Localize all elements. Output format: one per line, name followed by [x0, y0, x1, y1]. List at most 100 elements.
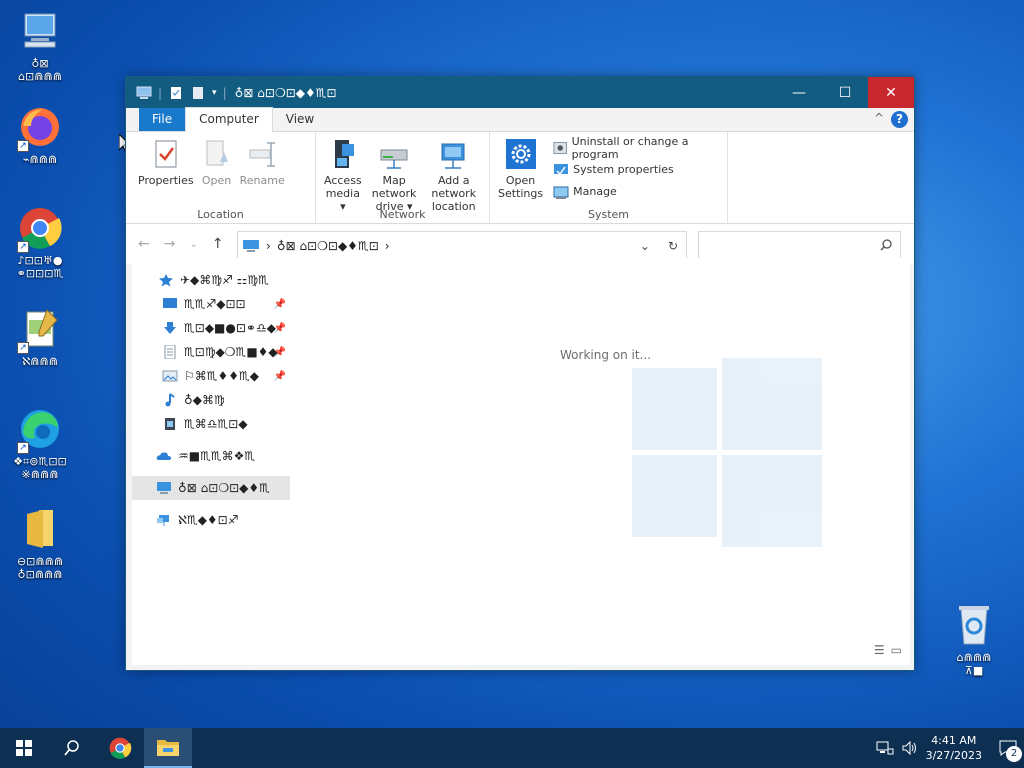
volume-icon[interactable]: [902, 740, 918, 756]
large-icons-view-icon[interactable]: ▭: [891, 643, 902, 657]
ribbon-group-location: Properties Open Rename Location: [126, 132, 316, 223]
desktop-icon-chrome[interactable]: ↗ ♪⊡⊡♅● ⚭⊡⊡⊡♏: [2, 205, 78, 280]
up-arrow-icon[interactable]: ↑: [212, 236, 224, 252]
details-view-icon[interactable]: ☰: [874, 643, 885, 657]
title-bar[interactable]: | ▾ | ♁⊠ ⌂⊡❍⊡◆♦♏⊡ — ☐ ✕: [126, 77, 914, 108]
refresh-icon[interactable]: ↻: [668, 239, 678, 253]
document-icon: [164, 345, 176, 359]
nav-item-label: ♁⊠ ⌂⊡❍⊡◆♦♏: [178, 481, 270, 495]
network-status-icon[interactable]: [876, 740, 894, 756]
properties-icon: [155, 140, 177, 168]
search-button[interactable]: [48, 728, 96, 768]
properties-label: Properties: [138, 174, 194, 187]
tab-file[interactable]: File: [139, 108, 186, 131]
nav-item-desktop[interactable]: ♏♏♐◆⊡⊡ 📌: [132, 292, 290, 316]
network-drive-icon: [380, 149, 408, 169]
ribbon-group-network: Access media ▾ Map network drive ▾ Add a…: [316, 132, 490, 223]
shortcut-arrow-icon: ↗: [17, 241, 29, 253]
firefox-icon: ↗: [17, 104, 63, 152]
start-button[interactable]: [0, 728, 48, 768]
chrome-icon: [109, 737, 132, 759]
folder-icon: [17, 506, 63, 552]
manage-button[interactable]: Manage: [553, 182, 723, 201]
nav-item-quick-access[interactable]: ✈◆⌘♍♐ ⚏♍♏: [132, 268, 290, 292]
maximize-button[interactable]: ☐: [822, 77, 868, 108]
breadcrumb-separator[interactable]: ›: [266, 239, 271, 253]
toolbar-separator: |: [222, 85, 227, 100]
properties-quick-icon[interactable]: [168, 86, 184, 100]
desktop-icon-firefox[interactable]: ↗ ⌁⋒⋒⋒: [2, 104, 78, 166]
desktop-icon-notepad[interactable]: ↗ ℵ⋒⋒⋒: [2, 306, 78, 368]
desktop-icon-label: ❖⌗⊚♏⊡⊡ ※⋒⋒⋒: [13, 455, 67, 481]
media-server-icon: [334, 140, 354, 168]
manage-icon: [553, 186, 569, 199]
address-controls: ⌄ ↻: [640, 239, 678, 253]
breadcrumb-separator[interactable]: ›: [385, 239, 390, 253]
file-explorer-window: | ▾ | ♁⊠ ⌂⊡❍⊡◆♦♏⊡ — ☐ ✕ File Computer Vi…: [125, 76, 915, 671]
notepad-icon: ↗: [17, 306, 63, 354]
breadcrumb[interactable]: ♁⊠ ⌂⊡❍⊡◆♦♏⊡: [277, 239, 379, 253]
address-bar[interactable]: › ♁⊠ ⌂⊡❍⊡◆♦♏⊡ › ⌄ ↻: [237, 231, 687, 261]
taskbar-file-explorer[interactable]: [144, 728, 192, 768]
search-icon: [880, 239, 892, 251]
new-folder-quick-icon[interactable]: [190, 86, 206, 100]
windows-logo-watermark: [632, 358, 822, 548]
music-note-icon: [165, 393, 175, 407]
desktop-icon-label: ⌂⋒⋒⋒ ⊼■: [956, 651, 992, 677]
close-button[interactable]: ✕: [868, 77, 914, 108]
ribbon: Properties Open Rename Location Access m…: [126, 132, 914, 224]
address-dropdown-icon[interactable]: ⌄: [640, 239, 650, 253]
help-icon[interactable]: ?: [891, 111, 908, 128]
system-properties-button[interactable]: System properties: [553, 160, 723, 179]
desktop-icon-label: ℵ⋒⋒⋒: [22, 355, 58, 368]
system-properties-icon: [554, 163, 569, 175]
video-icon: [165, 418, 175, 430]
desktop-icon-edge[interactable]: ↗ ❖⌗⊚♏⊡⊡ ※⋒⋒⋒: [2, 406, 78, 481]
nav-item-label: ♒■♏♏⌘❖♏: [178, 449, 256, 463]
back-arrow-icon[interactable]: ←: [138, 236, 150, 252]
manage-label: Manage: [573, 185, 617, 198]
ribbon-tabs: File Computer View ^ ?: [126, 107, 914, 132]
taskbar-chrome[interactable]: [96, 728, 144, 768]
nav-item-music[interactable]: ♁◆⌘♍: [132, 388, 290, 412]
nav-item-videos[interactable]: ♏⌘♎♏⊡◆: [132, 412, 290, 436]
pin-icon[interactable]: 📌: [274, 371, 286, 382]
tab-view[interactable]: View: [273, 108, 327, 131]
rename-label: Rename: [239, 174, 285, 187]
action-center-button[interactable]: 2: [992, 728, 1024, 768]
quick-access-toolbar: | ▾ |: [136, 86, 227, 100]
desktop-icon-folder[interactable]: ⊖⊡⋒⋒⋒ ♁⊡⋒⋒⋒: [2, 506, 78, 581]
pin-icon[interactable]: 📌: [274, 347, 286, 358]
search-input[interactable]: [698, 231, 901, 261]
tab-computer[interactable]: Computer: [185, 107, 273, 132]
minimize-button[interactable]: —: [776, 77, 822, 108]
ribbon-group-label: System: [587, 208, 630, 221]
forward-arrow-icon[interactable]: →: [164, 236, 176, 252]
desktop-icon-computer[interactable]: ♁⊠ ⌂⊡⋒⋒⋒: [2, 8, 78, 83]
desktop-icon-recycle-bin[interactable]: ⌂⋒⋒⋒ ⊼■: [936, 602, 1012, 677]
nav-item-network[interactable]: ℵ♏◆♦⊡♐: [132, 508, 290, 532]
nav-item-onedrive[interactable]: ♒■♏♏⌘❖♏: [132, 444, 290, 468]
recent-locations-chevron-icon[interactable]: ⌄: [189, 239, 197, 250]
nav-item-pictures[interactable]: ⚐⌘♏♦♦♏◆ 📌: [132, 364, 290, 388]
nav-item-this-pc[interactable]: ♁⊠ ⌂⊡❍⊡◆♦♏: [132, 476, 290, 500]
uninstall-program-button[interactable]: Uninstall or change a program: [553, 135, 723, 161]
settings-gear-icon: [505, 139, 536, 169]
clock[interactable]: 4:41 AM 3/27/2023: [926, 733, 982, 763]
collapse-ribbon-icon[interactable]: ^: [874, 111, 884, 125]
this-pc-icon: [157, 482, 171, 494]
nav-item-documents[interactable]: ♏⊡♍◆❍♏■♦◆ 📌: [132, 340, 290, 364]
uninstall-label: Uninstall or change a program: [571, 134, 689, 161]
nav-item-label: ♁◆⌘♍: [184, 393, 225, 407]
clock-date: 3/27/2023: [925, 749, 982, 762]
pin-icon[interactable]: 📌: [274, 299, 286, 310]
network-location-icon: [441, 143, 465, 169]
ribbon-group-label: Network: [379, 208, 426, 221]
system-tray: 4:41 AM 3/27/2023 2: [876, 728, 1024, 768]
navigation-pane: ✈◆⌘♍♐ ⚏♍♏ ♏♏♐◆⊡⊡ 📌 ♏⊡◆■●⊡⚭♎◆ 📌 ♏⊡♍◆❍♏■♦◆…: [132, 268, 290, 532]
open-label: Open: [201, 174, 232, 187]
pin-icon[interactable]: 📌: [274, 323, 286, 334]
customize-toolbar-chevron-icon[interactable]: ▾: [212, 88, 217, 98]
status-message: Working on it...: [560, 348, 652, 362]
nav-item-downloads[interactable]: ♏⊡◆■●⊡⚭♎◆ 📌: [132, 316, 290, 340]
